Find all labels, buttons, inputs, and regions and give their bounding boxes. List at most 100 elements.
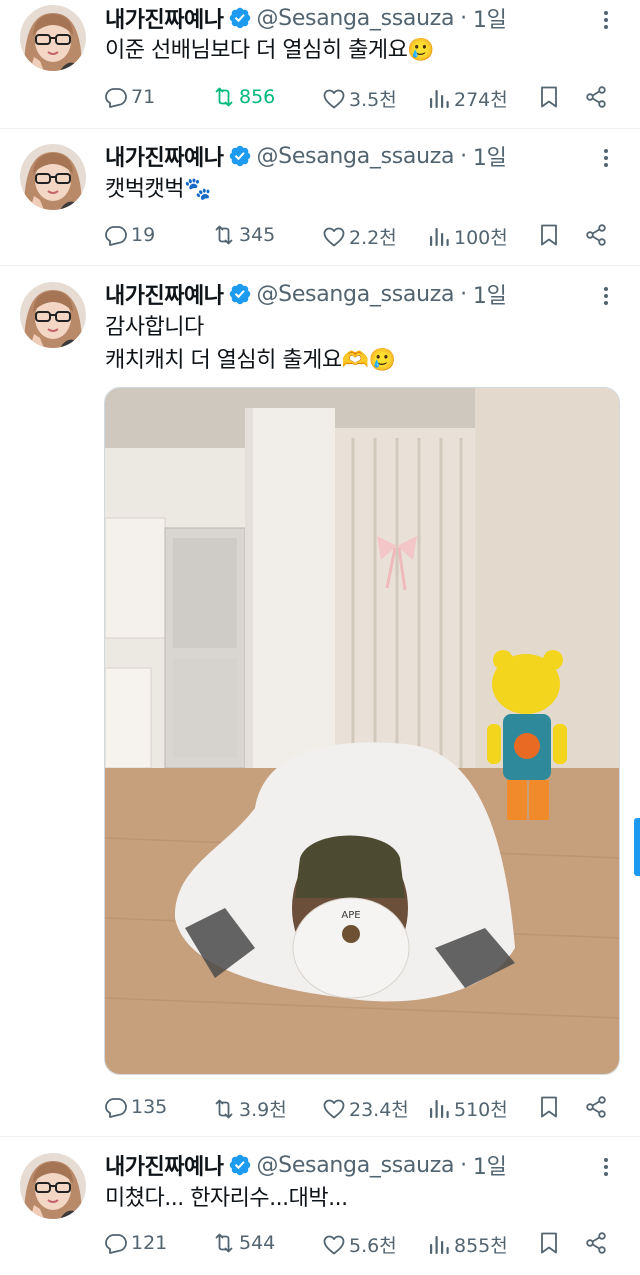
tweet[interactable]: 내가진짜예나 @Sesanga_ssauza · 1일 캣벅캣벅🐾 19 345… (0, 129, 640, 266)
views-count: 855천 (454, 1235, 508, 1257)
avatar[interactable] (20, 282, 86, 348)
tweet-text: 이준 선배님보다 더 열심히 출게요🥲 (105, 34, 620, 67)
views-count: 510천 (454, 1099, 508, 1121)
like-count: 3.5천 (349, 89, 397, 111)
more-options-icon[interactable] (594, 146, 618, 170)
tweet-time[interactable]: 1일 (473, 1149, 507, 1181)
author-handle[interactable]: @Sesanga_ssauza (256, 282, 454, 307)
retweet-count: 345 (239, 224, 276, 246)
views-icon (427, 1097, 451, 1121)
tweet-text-line: 미쳤다... 한자리수...대박... (105, 1186, 348, 1211)
author-handle[interactable]: @Sesanga_ssauza (256, 144, 454, 169)
bookmark-icon[interactable] (537, 223, 561, 247)
tweet-time[interactable]: 1일 (473, 140, 507, 172)
verified-badge-icon (228, 6, 252, 30)
tweet[interactable]: 내가진짜예나 @Sesanga_ssauza · 1일 미쳤다... 한자리수.… (0, 1137, 640, 1275)
photo-image: APE (105, 388, 619, 1074)
tweet[interactable]: 내가진짜예나 @Sesanga_ssauza · 1일 이준 선배님보다 더 열… (0, 0, 640, 129)
views-button[interactable]: 510천 (427, 1095, 508, 1122)
separator-dot: · (460, 5, 467, 31)
like-count: 5.6천 (349, 1235, 397, 1257)
author-handle[interactable]: @Sesanga_ssauza (256, 6, 454, 31)
more-options-icon[interactable] (594, 8, 618, 32)
tweet-text-line: 캣벅캣벅🐾 (105, 177, 211, 202)
reply-count: 135 (131, 1096, 168, 1118)
tweet-text: 감사합니다 캐치캐치 더 열심히 출게요🫶🥲 (105, 311, 620, 377)
author-name[interactable]: 내가진짜예나 (105, 2, 224, 34)
retweet-icon (212, 223, 236, 247)
more-options-icon[interactable] (594, 284, 618, 308)
views-count: 100천 (454, 227, 508, 249)
retweet-icon (212, 85, 236, 109)
reply-button[interactable]: 71 (104, 85, 155, 109)
share-icon[interactable] (584, 1095, 608, 1119)
tweet-header: 내가진짜예나 @Sesanga_ssauza · 1일 (105, 140, 580, 172)
retweet-count: 544 (239, 1232, 276, 1254)
retweet-count: 3.9천 (239, 1099, 287, 1121)
like-count: 23.4천 (349, 1099, 409, 1121)
views-icon (427, 225, 451, 249)
share-icon[interactable] (584, 1231, 608, 1255)
retweet-icon (212, 1231, 236, 1255)
separator-dot: · (460, 281, 467, 307)
tweet[interactable]: 내가진짜예나 @Sesanga_ssauza · 1일 감사합니다 캐치캐치 더… (0, 266, 640, 1137)
verified-badge-icon (228, 282, 252, 306)
avatar[interactable] (20, 1153, 86, 1219)
retweet-icon (212, 1097, 236, 1121)
avatar[interactable] (20, 144, 86, 210)
reply-icon (104, 1095, 128, 1119)
author-name[interactable]: 내가진짜예나 (105, 278, 224, 310)
views-icon (427, 1233, 451, 1257)
reply-count: 71 (131, 86, 156, 108)
reply-button[interactable]: 19 (104, 223, 155, 247)
avatar[interactable] (20, 5, 86, 71)
tweet-header: 내가진짜예나 @Sesanga_ssauza · 1일 (105, 1149, 580, 1181)
reply-button[interactable]: 135 (104, 1095, 167, 1119)
views-button[interactable]: 100천 (427, 223, 508, 250)
like-icon (322, 87, 346, 111)
views-icon (427, 87, 451, 111)
action-bar: 19 345 2.2천 100천 (104, 218, 618, 252)
bookmark-icon[interactable] (537, 1231, 561, 1255)
reply-button[interactable]: 121 (104, 1231, 167, 1255)
author-name[interactable]: 내가진짜예나 (105, 140, 224, 172)
like-button[interactable]: 3.5천 (322, 85, 397, 112)
bookmark-icon[interactable] (537, 85, 561, 109)
separator-dot: · (460, 1152, 467, 1178)
author-name[interactable]: 내가진짜예나 (105, 1149, 224, 1181)
svg-text:APE: APE (341, 910, 360, 921)
retweet-button[interactable]: 3.9천 (212, 1095, 287, 1122)
like-icon (322, 1097, 346, 1121)
reply-count: 121 (131, 1232, 168, 1254)
tweet-media-photo[interactable]: APE (104, 387, 620, 1075)
reply-icon (104, 223, 128, 247)
tweet-header: 내가진짜예나 @Sesanga_ssauza · 1일 (105, 2, 580, 34)
scrollbar-thumb[interactable] (634, 818, 640, 876)
tweet-time[interactable]: 1일 (473, 278, 507, 310)
retweet-button[interactable]: 856 (212, 85, 275, 109)
views-button[interactable]: 855천 (427, 1231, 508, 1258)
action-bar: 71 856 3.5천 274천 (104, 80, 618, 114)
retweet-button[interactable]: 544 (212, 1231, 275, 1255)
bookmark-icon[interactable] (537, 1095, 561, 1119)
tweet-header: 내가진짜예나 @Sesanga_ssauza · 1일 (105, 278, 580, 310)
tweet-time[interactable]: 1일 (473, 2, 507, 34)
share-icon[interactable] (584, 85, 608, 109)
reply-icon (104, 85, 128, 109)
more-options-icon[interactable] (594, 1155, 618, 1179)
share-icon[interactable] (584, 223, 608, 247)
separator-dot: · (460, 143, 467, 169)
action-bar: 121 544 5.6천 855천 (104, 1226, 618, 1260)
like-button[interactable]: 2.2천 (322, 223, 397, 250)
author-handle[interactable]: @Sesanga_ssauza (256, 1153, 454, 1178)
like-icon (322, 1233, 346, 1257)
like-button[interactable]: 23.4천 (322, 1095, 409, 1122)
like-count: 2.2천 (349, 227, 397, 249)
like-button[interactable]: 5.6천 (322, 1231, 397, 1258)
retweet-count: 856 (239, 86, 276, 108)
like-icon (322, 225, 346, 249)
tweet-text: 미쳤다... 한자리수...대박... (105, 1182, 620, 1215)
views-button[interactable]: 274천 (427, 85, 508, 112)
action-bar: 135 3.9천 23.4천 510천 (104, 1090, 618, 1124)
retweet-button[interactable]: 345 (212, 223, 275, 247)
